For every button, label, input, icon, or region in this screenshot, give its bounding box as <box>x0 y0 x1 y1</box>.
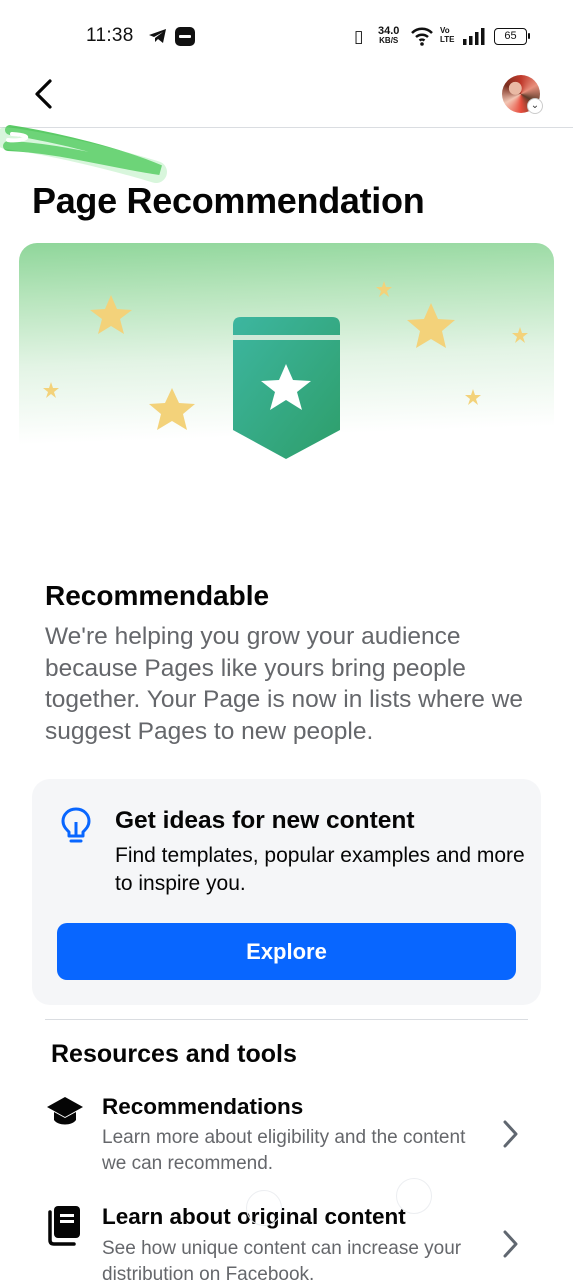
vibrate-icon: ▯ <box>354 27 364 46</box>
resource-description: See how unique content can increase your… <box>102 1238 462 1280</box>
chevron-right-icon <box>503 1120 518 1148</box>
ghost-circle <box>246 1190 282 1226</box>
telegram-icon <box>149 29 166 43</box>
hero-illustration <box>19 243 554 483</box>
signal-icon <box>463 28 485 45</box>
status-bar: 11:38 ▯ 34.0 KB/S Vo LTE 65 <box>0 0 573 70</box>
resource-description: Learn more about eligibility and the con… <box>102 1127 466 1174</box>
lightbulb-icon <box>61 807 91 843</box>
resource-item-original-content[interactable]: Learn about original content See how uni… <box>0 1202 573 1280</box>
resource-item-recommendations[interactable]: Recommendations Learn more about eligibi… <box>0 1090 573 1190</box>
ideas-card: Get ideas for new content Find templates… <box>32 779 541 1005</box>
stars-badge-illustration <box>43 281 528 459</box>
arrow-left-icon[interactable] <box>28 76 60 112</box>
wifi-icon <box>411 27 433 46</box>
ideas-description: Find templates, popular examples and mor… <box>115 844 525 895</box>
volte-top: Vo <box>440 26 450 35</box>
chevron-down-icon[interactable]: ⌄ <box>527 98 543 114</box>
volte-indicator: Vo LTE <box>440 26 455 44</box>
resource-label: Recommendations <box>102 1094 304 1119</box>
badge-icon <box>233 317 340 459</box>
volte-bottom: LTE <box>440 35 455 44</box>
marker-scribble <box>0 125 167 183</box>
paytm-icon <box>175 27 195 46</box>
divider <box>45 1019 528 1020</box>
book-icon <box>48 1206 80 1246</box>
ideas-title: Get ideas for new content <box>115 807 415 834</box>
explore-button[interactable]: Explore <box>57 923 516 980</box>
page-title: Page Recommendation <box>32 180 425 221</box>
network-speed: 34.0 KB/S <box>378 26 399 46</box>
chevron-right-icon <box>503 1230 518 1258</box>
status-time: 11:38 <box>86 25 134 46</box>
ghost-circle <box>396 1178 432 1214</box>
status-description: We're helping you grow your audience bec… <box>45 623 524 745</box>
graduation-cap-icon <box>47 1097 83 1125</box>
status-title: Recommendable <box>45 580 270 611</box>
speed-value: 34.0 <box>378 25 400 37</box>
battery-icon: 65 <box>494 28 530 45</box>
speed-unit: KB/S <box>379 36 399 45</box>
resources-title: Resources and tools <box>51 1040 297 1068</box>
